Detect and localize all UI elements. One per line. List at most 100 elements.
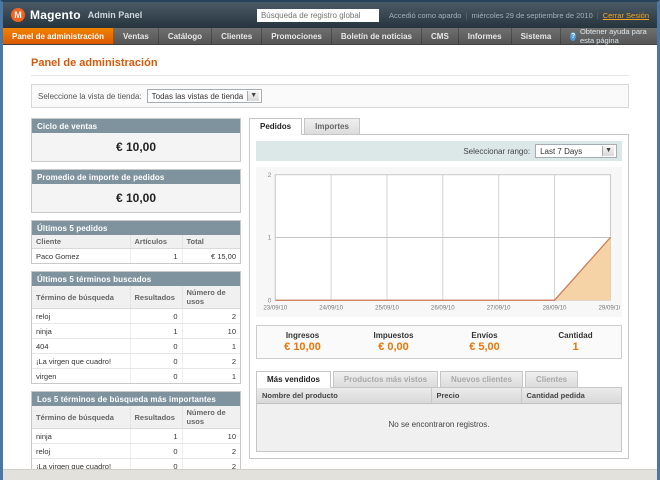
nav-item-sistema[interactable]: Sistema — [512, 28, 562, 44]
cell: 1 — [130, 428, 183, 444]
tab-nuevos-clientes[interactable]: Nuevos clientes — [440, 370, 523, 387]
nav-item-ventas[interactable]: Ventas — [114, 28, 159, 44]
svg-text:27/09/10: 27/09/10 — [487, 304, 511, 311]
column-header-cantidad-pedida: Cantidad pedida — [521, 387, 621, 404]
cell: ninja — [32, 428, 131, 444]
last-search-terms-box: Últimos 5 términos buscados Término de b… — [31, 271, 241, 384]
stat-envios: Envíos € 5,00 — [439, 331, 530, 353]
store-view-value: Todas las vistas de tienda — [151, 91, 244, 101]
left-column: Ciclo de ventas € 10,00 Promedio de impo… — [31, 118, 241, 480]
nav-item-cms[interactable]: CMS — [422, 28, 459, 44]
column-header-numero-de-usos: Número de usos — [182, 286, 240, 309]
table-row[interactable]: ninja 1 10 — [32, 323, 240, 339]
totals-bar: Ingresos € 10,00 Impuestos € 0,00 Envíos € 5,… — [256, 324, 622, 359]
stat-value: € 10,00 — [284, 340, 321, 353]
lifetime-sales-value: € 10,00 — [32, 133, 240, 161]
admin-window: M Magento Admin Panel Accedió como apard… — [0, 0, 660, 480]
store-view-switcher: Seleccione la vista de tienda: Todas las… — [31, 84, 629, 108]
box-title: Últimos 5 pedidos — [32, 221, 240, 235]
empty-records-message: No se encontraron registros. — [257, 403, 621, 451]
cell: 0 — [130, 338, 183, 354]
logo-suffix: Admin Panel — [87, 10, 143, 20]
column-header-precio: Precio — [431, 387, 522, 404]
range-select[interactable]: Last 7 Days ▼ — [535, 144, 617, 158]
average-orders-value: € 10,00 — [32, 184, 240, 212]
orders-chart: 0 1 2 23/09/10 24/09/10 25/09/10 26/09/10 27/09… — [256, 167, 622, 317]
table-header-row: Término de búsqueda Resultados Número de u… — [32, 406, 240, 429]
svg-text:29/09/10: 29/09/10 — [599, 304, 620, 311]
global-search-input[interactable] — [256, 8, 379, 22]
chevron-down-icon: ▼ — [602, 146, 614, 156]
logout-link[interactable]: Cerrar Sesión — [603, 11, 649, 20]
help-label: Obtener ayuda para esta página — [579, 27, 647, 45]
table-header-row: Cliente Artículos Total — [32, 235, 240, 249]
dashboard-main: Pedidos Importes Seleccionar rango: Last … — [249, 118, 629, 480]
tab-importes[interactable]: Importes — [304, 118, 360, 134]
tab-productos-mas-vistos[interactable]: Productos más vistos — [332, 370, 439, 387]
table-row[interactable]: virgen 0 1 — [32, 368, 240, 383]
column-header-resultados: Resultados — [130, 406, 183, 429]
range-label: Seleccionar rango: — [463, 146, 531, 156]
logo-name: Magento — [30, 8, 81, 22]
column-header-numero-de-usos: Número de usos — [182, 406, 240, 429]
nav-item-clientes[interactable]: Clientes — [212, 28, 263, 44]
nav-item-panel-de-administracion[interactable]: Panel de administración — [3, 28, 115, 44]
table-row[interactable]: Paco Gomez 1 € 15,00 — [32, 248, 240, 263]
nav-item-informes[interactable]: Informes — [459, 28, 512, 44]
header-user-info: Accedió como apardo | miércoles 29 de se… — [389, 11, 649, 20]
products-table: Nombre del producto Precio Cantidad pedida — [257, 387, 621, 404]
stat-value: 1 — [572, 340, 579, 353]
cell: 1 — [182, 338, 240, 354]
tab-mas-vendidos[interactable]: Más vendidos — [256, 370, 331, 388]
cell: 1 — [130, 323, 183, 339]
cell: 0 — [130, 443, 183, 459]
cell: 2 — [182, 443, 240, 459]
store-view-select[interactable]: Todas las vistas de tienda ▼ — [146, 89, 263, 103]
table-row[interactable]: ¡La virgen que cuadro! 0 2 — [32, 353, 240, 369]
nav-item-boletin-de-noticias[interactable]: Boletín de noticias — [332, 28, 422, 44]
svg-text:26/09/10: 26/09/10 — [431, 304, 455, 311]
tab-pedidos[interactable]: Pedidos — [249, 118, 303, 135]
diagram-tabs: Pedidos Importes — [249, 118, 629, 135]
cell: virgen — [32, 368, 131, 383]
stat-ingresos: Ingresos € 10,00 — [257, 331, 348, 353]
cell: 0 — [130, 353, 183, 369]
cell: reloj — [32, 443, 131, 459]
column-header-nombre-del-producto: Nombre del producto — [257, 387, 432, 404]
column-header-resultados: Resultados — [130, 286, 183, 309]
cell: 2 — [182, 353, 240, 369]
svg-text:24/09/10: 24/09/10 — [319, 304, 343, 311]
stat-cantidad: Cantidad 1 — [530, 331, 621, 353]
table-row[interactable]: reloj 0 2 — [32, 443, 240, 459]
column-header-termino-de-busqueda: Término de búsqueda — [32, 286, 131, 309]
last-orders-box: Últimos 5 pedidos Cliente Artículos Total P… — [31, 220, 241, 264]
products-grid: Nombre del producto Precio Cantidad pedida… — [256, 386, 622, 452]
separator: | — [465, 10, 468, 20]
last-orders-table: Cliente Artículos Total Paco Gomez 1 € 15,00 — [32, 235, 240, 263]
cell: Paco Gomez — [32, 248, 131, 263]
cell: ninja — [32, 323, 131, 339]
table-row[interactable]: reloj 0 2 — [32, 308, 240, 324]
chevron-down-icon: ▼ — [247, 91, 260, 101]
table-row[interactable]: 40401 — [32, 338, 240, 354]
column-header-cliente: Cliente — [32, 235, 131, 249]
cell: 0 — [130, 308, 183, 324]
help-link[interactable]: ? Obtener ayuda para esta página — [561, 27, 657, 45]
magento-logo-icon: M — [11, 8, 25, 22]
lifetime-sales-box: Ciclo de ventas € 10,00 — [31, 118, 241, 162]
store-view-label: Seleccione la vista de tienda: — [38, 91, 142, 101]
cell: reloj — [32, 308, 131, 324]
stat-value: € 5,00 — [469, 340, 500, 353]
nav-items: Panel de administración Ventas Catálogo Cli… — [3, 28, 562, 44]
stat-impuestos: Impuestos € 0,00 — [348, 331, 439, 353]
table-header-row: Término de búsqueda Resultados Número de u… — [32, 286, 240, 309]
nav-item-promociones[interactable]: Promociones — [262, 28, 332, 44]
stat-value: € 0,00 — [378, 340, 409, 353]
header-bar: M Magento Admin Panel Accedió como apard… — [3, 2, 657, 28]
table-row[interactable]: ninja 1 10 — [32, 428, 240, 444]
cell: 1 — [130, 248, 183, 263]
svg-text:2: 2 — [268, 172, 272, 179]
column-header-articulos: Artículos — [130, 235, 183, 249]
tab-clientes[interactable]: Clientes — [524, 370, 579, 387]
nav-item-catalogo[interactable]: Catálogo — [159, 28, 213, 44]
